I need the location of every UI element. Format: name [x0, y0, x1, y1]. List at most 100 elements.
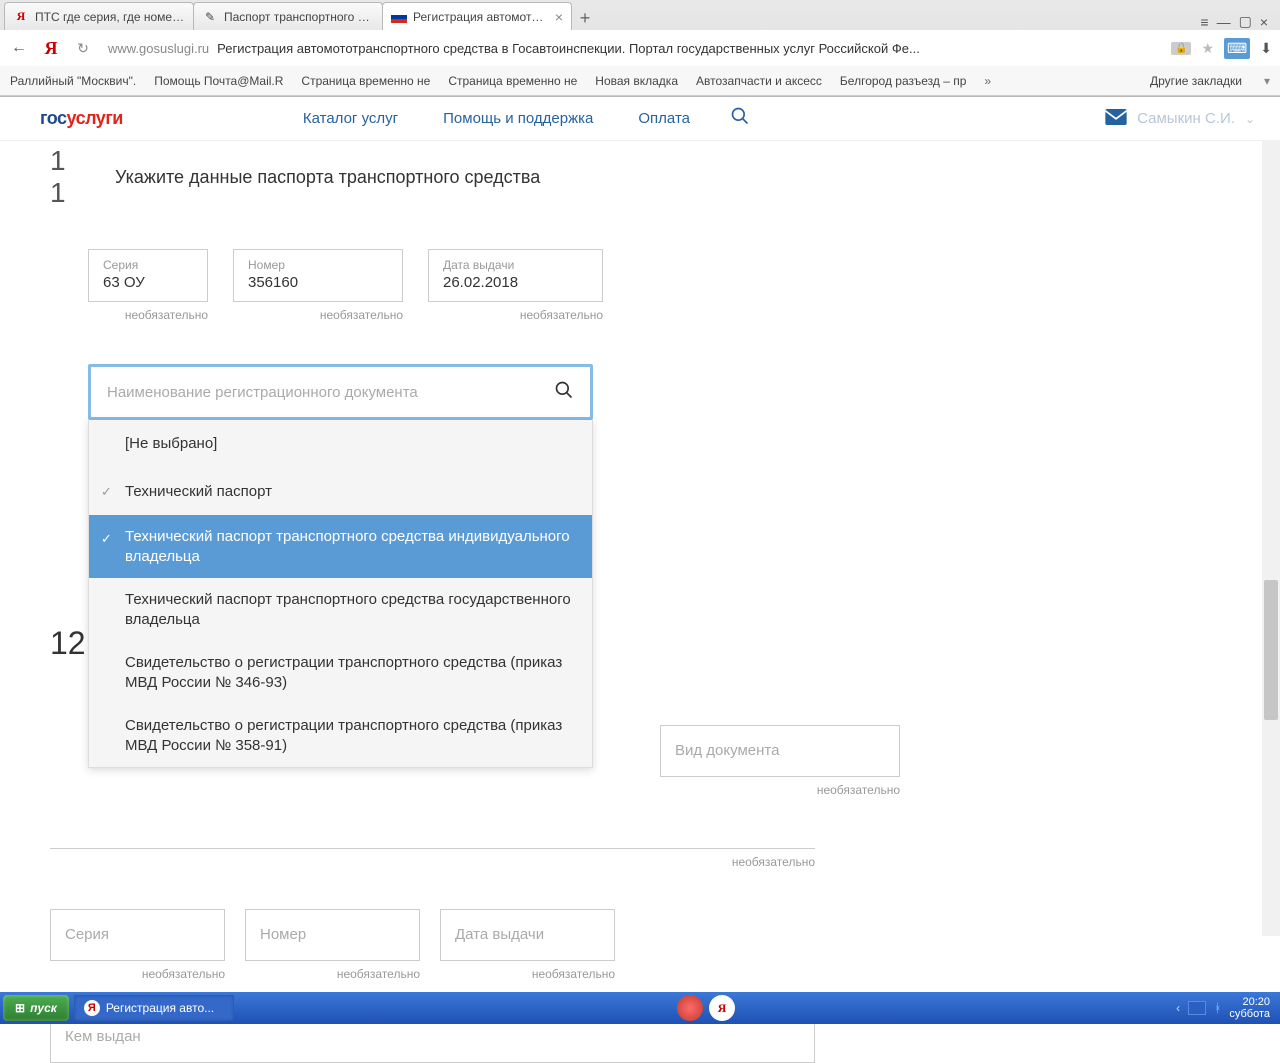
bookmark-item[interactable]: Помощь Почта@Mail.R: [154, 74, 283, 88]
nav-help[interactable]: Помощь и поддержка: [443, 110, 593, 127]
start-button[interactable]: ⊞ пуск: [3, 995, 69, 1021]
quick-launch: Я: [677, 995, 735, 1021]
bookmarks-overflow-icon[interactable]: »: [984, 74, 991, 88]
tab-close-icon[interactable]: ×: [555, 9, 563, 25]
language-icon[interactable]: [1188, 1001, 1206, 1015]
hidden-wide-field[interactable]: [50, 819, 815, 849]
clock[interactable]: 20:20 суббота: [1229, 996, 1270, 1020]
bookmark-star-icon[interactable]: ★: [1201, 40, 1214, 57]
field-label: Серия: [103, 258, 193, 272]
tab-title: Паспорт транспортного сре: [224, 10, 374, 24]
number-field[interactable]: Номер 356160: [233, 249, 403, 302]
user-name: Самыкин С.И.: [1137, 110, 1235, 127]
page-scrollbar[interactable]: [1262, 140, 1280, 936]
scrollbar-thumb[interactable]: [1264, 580, 1278, 720]
placeholder-text: Кем выдан: [65, 1028, 141, 1045]
task-title: Регистрация авто...: [106, 1001, 214, 1015]
tab-strip: Я ПТС где серия, где номер – ✎ Паспорт т…: [0, 0, 1280, 30]
combo-option-cert-346[interactable]: Свидетельство о регистрации транспортног…: [89, 641, 592, 704]
step-11-header: 1 1 Укажите данные паспорта транспортног…: [50, 145, 1280, 209]
favicon-ru-flag: [391, 9, 407, 25]
favicon-edit: ✎: [202, 9, 218, 25]
reg-doc-search-input[interactable]: Наименование регистрационного документа: [88, 364, 593, 420]
opera-icon[interactable]: [677, 995, 703, 1021]
optional-hint: необязательно: [245, 967, 420, 981]
taskbar-app-yandex[interactable]: Я Регистрация авто...: [74, 995, 234, 1021]
combo-option-none[interactable]: [Не выбрано]: [89, 420, 592, 468]
field-value: 63 ОУ: [103, 274, 193, 291]
chevron-down-icon[interactable]: ▾: [1264, 74, 1270, 88]
check-icon: ✓: [101, 484, 112, 501]
day-text: суббота: [1229, 1008, 1270, 1020]
favicon-yandex: Я: [13, 9, 29, 25]
field-value: 26.02.2018: [443, 274, 588, 291]
url-host: www.gosuslugi.ru: [108, 41, 209, 56]
step-title-text: Укажите данные паспорта транспортного ср…: [115, 167, 540, 188]
doc-type-field[interactable]: Вид документа: [660, 725, 900, 777]
start-label: пуск: [30, 1001, 57, 1015]
combo-option-tech-passport[interactable]: ✓ Технический паспорт: [89, 468, 592, 516]
user-menu[interactable]: Самыкин С.И. ⌄: [1105, 109, 1255, 129]
optional-hint: необязательно: [233, 308, 403, 322]
placeholder-text: Номер: [260, 926, 306, 943]
nav-catalog[interactable]: Каталог услуг: [303, 110, 398, 127]
number-field-2[interactable]: Номер: [245, 909, 420, 961]
bookmark-item[interactable]: Новая вкладка: [595, 74, 678, 88]
bluetooth-icon[interactable]: ᚼ: [1214, 1001, 1221, 1015]
keyboard-icon[interactable]: ⌨: [1224, 38, 1250, 59]
gosuslugi-logo[interactable]: госуслуги: [40, 108, 123, 129]
download-icon[interactable]: ⬇: [1260, 40, 1272, 57]
page-content: 1 1 Укажите данные паспорта транспортног…: [0, 145, 1280, 420]
minimize-icon[interactable]: —: [1217, 14, 1231, 30]
new-tab-button[interactable]: +: [571, 6, 599, 30]
url-field[interactable]: www.gosuslugi.ru Регистрация автомототра…: [104, 41, 1161, 56]
windows-taskbar: ⊞ пуск Я Регистрация авто... Я ‹ ᚼ 20:20…: [0, 992, 1280, 1024]
time-text: 20:20: [1229, 996, 1270, 1008]
window-controls: ≡ — ▢ ×: [1200, 13, 1276, 30]
placeholder-text: Вид документа: [675, 742, 779, 759]
lock-icon[interactable]: 🔒: [1171, 42, 1191, 55]
back-button[interactable]: ←: [8, 39, 30, 57]
optional-hint: необязательно: [50, 855, 815, 869]
bookmark-item[interactable]: Белгород разъезд – пр: [840, 74, 966, 88]
yandex-browser-icon[interactable]: Я: [709, 995, 735, 1021]
bookmark-item[interactable]: Автозапчасти и аксесс: [696, 74, 822, 88]
browser-chrome: Я ПТС где серия, где номер – ✎ Паспорт т…: [0, 0, 1280, 97]
optional-hint: необязательно: [660, 783, 900, 797]
tray-expand-icon[interactable]: ‹: [1176, 1001, 1180, 1015]
browser-tab-1[interactable]: ✎ Паспорт транспортного сре: [193, 2, 383, 30]
yandex-home-icon[interactable]: Я: [40, 38, 62, 59]
placeholder-text: Дата выдачи: [455, 926, 544, 943]
logo-part2: услуги: [67, 108, 123, 128]
issue-date-field[interactable]: Дата выдачи 26.02.2018: [428, 249, 603, 302]
optional-hint: необязательно: [88, 308, 208, 322]
option-label: Технический паспорт транспортного средст…: [125, 528, 570, 565]
logo-part1: гос: [40, 108, 67, 128]
browser-tab-0[interactable]: Я ПТС где серия, где номер –: [4, 2, 194, 30]
windows-logo-icon: ⊞: [15, 1001, 25, 1015]
bookmark-item[interactable]: Страница временно не: [301, 74, 430, 88]
mail-icon: [1105, 109, 1127, 129]
series-field[interactable]: Серия 63 ОУ: [88, 249, 208, 302]
address-bar: ← Я ↻ www.gosuslugi.ru Регистрация автом…: [0, 30, 1280, 66]
nav-payment[interactable]: Оплата: [638, 110, 690, 127]
menu-icon[interactable]: ≡: [1200, 14, 1208, 30]
bookmark-item[interactable]: Страница временно не: [448, 74, 577, 88]
close-window-icon[interactable]: ×: [1260, 14, 1268, 30]
search-icon[interactable]: [730, 106, 750, 131]
combo-option-cert-358[interactable]: Свидетельство о регистрации транспортног…: [89, 704, 592, 767]
combo-option-tech-passport-individual[interactable]: ✓ Технический паспорт транспортного сред…: [89, 515, 592, 578]
option-label: Технический паспорт: [125, 483, 272, 500]
combo-option-tech-passport-gov[interactable]: Технический паспорт транспортного средст…: [89, 578, 592, 641]
main-nav: Каталог услуг Помощь и поддержка Оплата: [303, 110, 690, 127]
reload-icon[interactable]: ↻: [72, 40, 94, 57]
series-field-2[interactable]: Серия: [50, 909, 225, 961]
other-bookmarks[interactable]: Другие закладки: [1150, 74, 1242, 88]
step-number: 1 1: [50, 145, 95, 209]
maximize-icon[interactable]: ▢: [1239, 13, 1252, 30]
browser-tab-2[interactable]: Регистрация автомототр ×: [382, 2, 572, 30]
bookmark-item[interactable]: Раллийный "Москвич".: [10, 74, 136, 88]
issue-date-field-2[interactable]: Дата выдачи: [440, 909, 615, 961]
chevron-down-icon: ⌄: [1245, 112, 1255, 126]
optional-hint: необязательно: [440, 967, 615, 981]
